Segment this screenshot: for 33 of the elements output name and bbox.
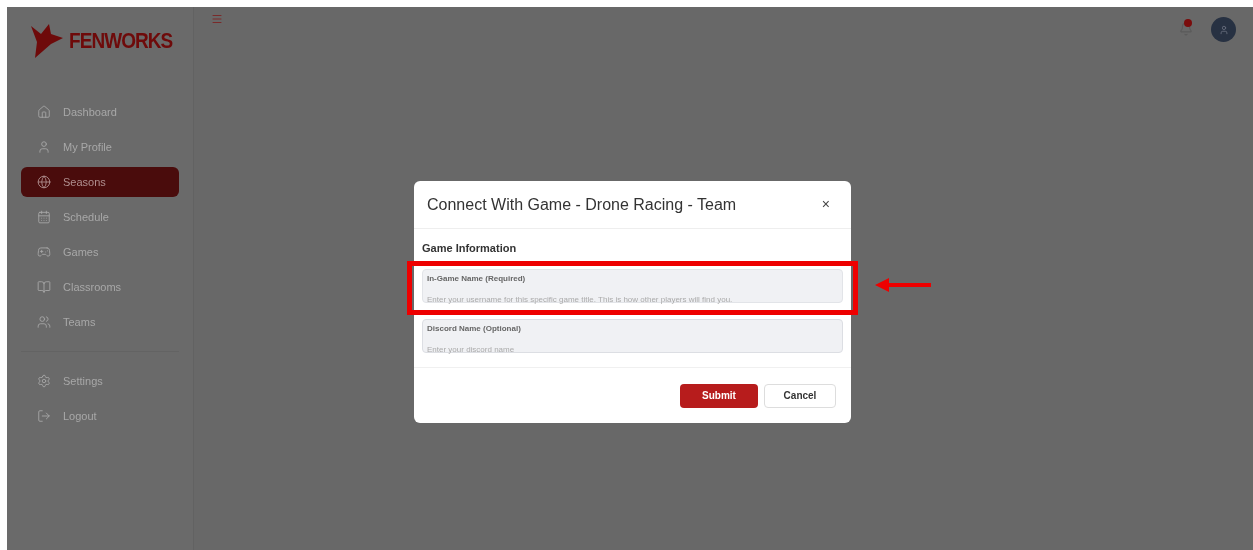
field-label: In-Game Name (Required) — [427, 272, 527, 285]
text-input[interactable]: Enter your discord name — [427, 343, 838, 356]
sidebar-item[interactable]: Classrooms — [21, 272, 179, 302]
modal-title: Connect With Game - Drone Racing - Team — [427, 194, 737, 215]
home-icon — [37, 105, 51, 119]
book-icon — [37, 280, 51, 294]
notification-button[interactable] — [1179, 21, 1195, 38]
field-label: Discord Name (Optional) — [427, 322, 522, 335]
sidebar-item[interactable]: Logout — [21, 401, 179, 431]
sidebar-item[interactable]: Teams — [21, 307, 179, 337]
avatar[interactable] — [1211, 17, 1236, 42]
submit-button[interactable]: Submit — [680, 383, 758, 408]
sidebar-item[interactable]: Dashboard — [21, 97, 179, 127]
fox-logo-icon — [29, 22, 65, 60]
logout-icon — [37, 409, 51, 423]
arrow-icon — [875, 277, 931, 292]
cancel-button[interactable]: Cancel — [764, 383, 836, 408]
brand-name: FENWORKS — [69, 26, 173, 55]
settings-icon — [37, 374, 51, 388]
users-icon — [37, 315, 51, 329]
section-heading: Game Information — [422, 240, 843, 264]
gamepad-icon — [37, 245, 51, 259]
sidebar-item[interactable]: Games — [21, 237, 179, 267]
user-icon — [37, 140, 51, 154]
sidebar-item[interactable]: My Profile — [21, 132, 179, 162]
globe-icon — [37, 175, 51, 189]
menu-icon[interactable] — [211, 13, 223, 25]
sidebar-item[interactable]: Settings — [21, 366, 179, 396]
calendar-icon — [37, 210, 51, 224]
field-box[interactable]: Discord Name (Optional) Enter your discord name — [422, 318, 843, 353]
sidebar-item[interactable]: Seasons — [21, 167, 179, 197]
close-button[interactable]: × — [813, 194, 838, 215]
sidebar-item[interactable]: Schedule — [21, 202, 179, 232]
